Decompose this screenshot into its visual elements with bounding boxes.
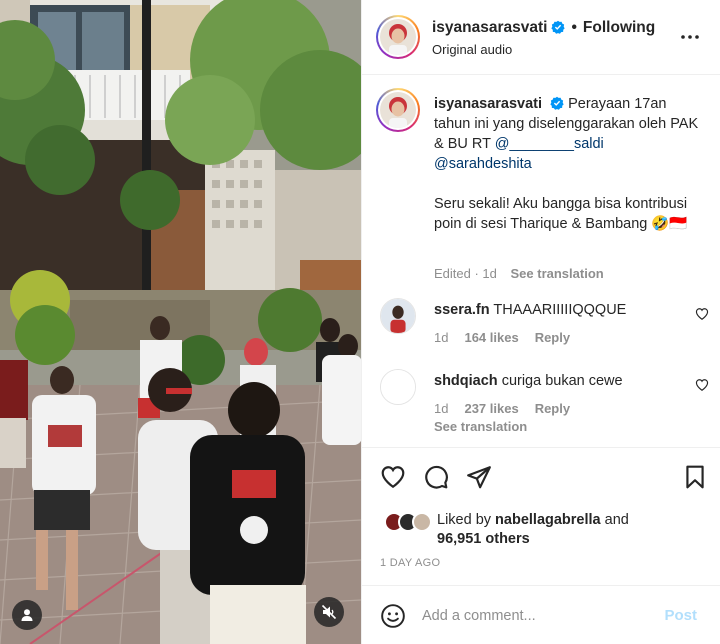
commenter-avatar-image [381, 299, 415, 333]
separator-dot: • [571, 19, 577, 36]
likes-count[interactable]: 96,951 others [437, 531, 530, 547]
liked-by-line: Liked by nabellagabrella and [437, 512, 629, 528]
verified-badge-icon [550, 96, 564, 110]
verified-badge-icon [551, 20, 566, 34]
comment-likes[interactable]: 237 likes [464, 401, 518, 416]
liked-by-suffix: and [600, 512, 629, 528]
original-audio-link[interactable]: Original audio [432, 42, 512, 57]
emoji-icon[interactable] [380, 603, 406, 629]
comment-username[interactable]: ssera.fn [434, 302, 490, 318]
user-tag-button[interactable] [12, 600, 42, 630]
author-avatar-image [380, 19, 416, 55]
comment-meta: 1d 164 likes Reply [434, 330, 586, 345]
comment-body: ssera.fn THAAARIIIIIQQQUE [434, 302, 626, 318]
reply-button[interactable]: Reply [535, 330, 570, 345]
author-username[interactable]: isyanasarasvati [432, 19, 547, 36]
add-comment-bar: Post [362, 585, 720, 644]
commenter-avatar-image [381, 370, 415, 404]
caption-line-2: Seru sekali! Aku bangga bisa kontribusi … [434, 196, 688, 232]
comment-time: 1d [434, 330, 449, 345]
liker-avatars [384, 512, 432, 534]
comment-meta: 1d 237 likes Reply [434, 401, 586, 416]
mention-link[interactable]: @sarahdeshita [434, 156, 532, 172]
user-tag-icon [21, 609, 33, 621]
instagram-post-modal: isyanasarasvati • Following Original audi… [0, 0, 720, 644]
liked-by-user[interactable]: nabellagabrella [495, 512, 601, 528]
like-heart-icon[interactable] [380, 464, 406, 490]
more-options-icon[interactable] [679, 26, 701, 48]
comment-like-heart-icon[interactable] [695, 378, 709, 392]
caption-avatar-image [380, 92, 416, 128]
muted-speaker-icon [321, 604, 337, 620]
mute-toggle-button[interactable] [314, 597, 344, 627]
post-comment-button[interactable]: Post [664, 607, 697, 624]
caption-text: isyanasarasvati Perayaan 17an tahun ini … [434, 94, 704, 234]
comment-bubble-icon[interactable] [423, 464, 449, 490]
author-avatar[interactable] [376, 15, 420, 59]
save-bookmark-icon[interactable] [682, 464, 708, 490]
comment-username[interactable]: shdqiach [434, 373, 498, 389]
following-button[interactable]: Following [583, 19, 655, 36]
post-side-panel: isyanasarasvati • Following Original audi… [361, 0, 720, 644]
post-actions: Liked by nabellagabrella and 96,951 othe… [362, 447, 720, 585]
reply-button[interactable]: Reply [535, 401, 570, 416]
comment-input[interactable] [422, 602, 652, 630]
mention-link[interactable]: @________saldi [495, 136, 604, 152]
post-video[interactable] [0, 0, 361, 644]
liked-by-prefix: Liked by [437, 512, 496, 528]
see-translation-link[interactable]: See translation [511, 266, 604, 281]
video-frame [0, 0, 361, 644]
comment-time: 1d [434, 401, 449, 416]
liker-avatar [412, 512, 432, 532]
commenter-avatar[interactable] [380, 369, 416, 405]
comment-text: THAAARIIIIIQQQUE [493, 302, 627, 318]
caption-time: Edited · 1d [434, 266, 497, 281]
comment-text: curiga bukan cewe [501, 373, 623, 389]
share-plane-icon[interactable] [466, 464, 492, 490]
caption-meta: Edited · 1d See translation [434, 266, 604, 281]
comment-body: shdqiach curiga bukan cewe [434, 373, 623, 389]
commenter-avatar[interactable] [380, 298, 416, 334]
comment-likes[interactable]: 164 likes [464, 330, 518, 345]
post-header: isyanasarasvati • Following Original audi… [362, 0, 720, 75]
comments-section[interactable]: isyanasarasvati Perayaan 17an tahun ini … [362, 75, 720, 447]
comment-like-heart-icon[interactable] [695, 307, 709, 321]
author-header-line: isyanasarasvati • Following [432, 19, 655, 37]
see-translation-link[interactable]: See translation [434, 419, 527, 434]
caption-username[interactable]: isyanasarasvati [434, 96, 542, 112]
caption-author-avatar[interactable] [376, 88, 420, 132]
post-timestamp[interactable]: 1 DAY AGO [380, 557, 440, 569]
